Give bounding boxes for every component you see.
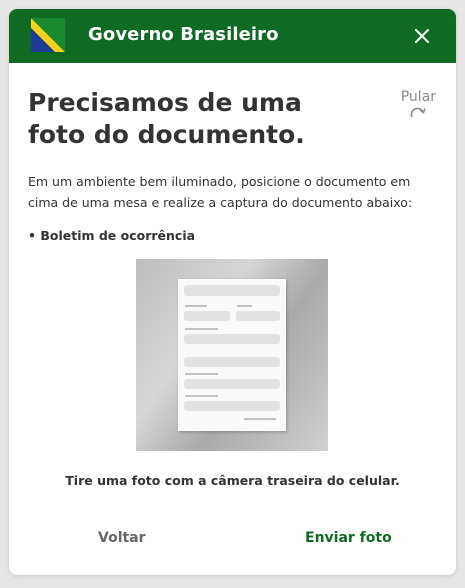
document-illustration (136, 259, 328, 451)
skip-button[interactable]: Pular (401, 89, 436, 118)
send-photo-button[interactable]: Enviar foto (305, 530, 392, 546)
dialog-header: Governo Brasileiro (9, 9, 456, 63)
photo-capture-dialog: Governo Brasileiro Precisamos de uma fot… (9, 9, 456, 575)
instructions-text: Em um ambiente bem iluminado, posicione … (28, 174, 413, 210)
close-icon[interactable] (412, 26, 432, 46)
header-title: Governo Brasileiro (88, 24, 279, 45)
brazil-flag-logo (31, 18, 65, 52)
skip-label: Pular (400, 89, 436, 105)
page-title: Precisamos de uma foto do documento. (28, 88, 305, 149)
camera-caption: Tire uma foto com a câmera traseira do c… (65, 473, 400, 488)
back-button[interactable]: Voltar (98, 530, 146, 546)
document-type: • Boletim de ocorrência (28, 228, 196, 243)
redo-arrow-icon (411, 107, 427, 118)
document-paper (178, 279, 286, 431)
